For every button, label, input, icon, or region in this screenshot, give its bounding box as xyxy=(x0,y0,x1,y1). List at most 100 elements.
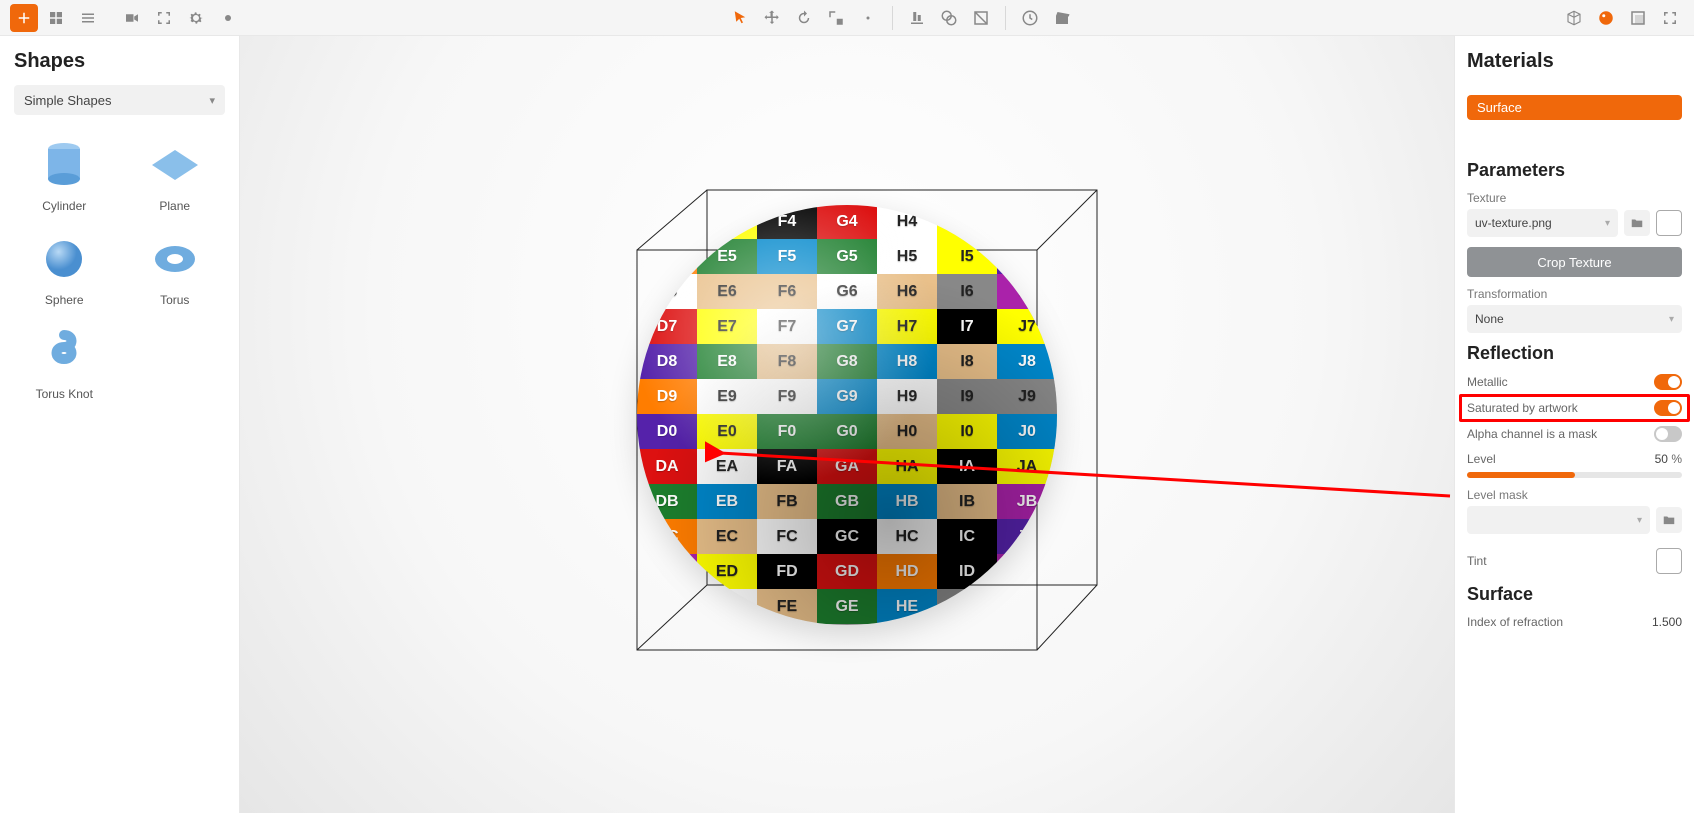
shape-cylinder[interactable]: Cylinder xyxy=(14,137,115,213)
uv-cell: HD xyxy=(877,554,937,589)
alpha-mask-label: Alpha channel is a mask xyxy=(1467,427,1597,441)
uv-cell: FD xyxy=(757,554,817,589)
viewport-3d[interactable]: D4E4F4G4H4I4J4D5E5F5G5H5I5J5D6E6F6G6H6I6… xyxy=(240,36,1454,813)
3dbox-icon[interactable] xyxy=(1560,4,1588,32)
select-tool-icon[interactable] xyxy=(726,4,754,32)
uv-cell: F5 xyxy=(757,239,817,274)
time-icon[interactable] xyxy=(1016,4,1044,32)
uv-cell: IC xyxy=(937,519,997,554)
transformation-select[interactable]: None xyxy=(1467,305,1682,333)
uv-cell: F7 xyxy=(757,309,817,344)
window-icon[interactable] xyxy=(1624,4,1652,32)
transformation-label: Transformation xyxy=(1467,287,1682,301)
layout-icon[interactable] xyxy=(42,4,70,32)
focus-icon[interactable] xyxy=(150,4,178,32)
saturated-label: Saturated by artwork xyxy=(1467,401,1578,415)
settings-icon[interactable] xyxy=(182,4,210,32)
saturated-toggle[interactable] xyxy=(1654,400,1682,416)
tint-label: Tint xyxy=(1467,554,1487,568)
uv-cell: H5 xyxy=(877,239,937,274)
texture-select[interactable]: uv-texture.png xyxy=(1467,209,1618,237)
shape-torus[interactable]: Torus xyxy=(125,231,226,307)
ior-value: 1.500 xyxy=(1652,615,1682,629)
ior-label: Index of refraction xyxy=(1467,615,1563,629)
uv-cell: I9 xyxy=(937,379,997,414)
uv-cell: HA xyxy=(877,449,937,484)
uv-cell: E9 xyxy=(697,379,757,414)
level-value: 50 xyxy=(1655,452,1668,466)
uv-cell: GE xyxy=(817,589,877,624)
uv-cell: E8 xyxy=(697,344,757,379)
uv-cell: E7 xyxy=(697,309,757,344)
add-icon[interactable] xyxy=(10,4,38,32)
plane-icon xyxy=(147,137,203,193)
uv-cell: H8 xyxy=(877,344,937,379)
uv-cell: EB xyxy=(697,484,757,519)
materials-title: Materials xyxy=(1467,50,1682,73)
uv-cell: H6 xyxy=(877,274,937,309)
uv-cell: E6 xyxy=(697,274,757,309)
material-icon[interactable] xyxy=(1592,4,1620,32)
clapperboard-icon[interactable] xyxy=(1048,4,1076,32)
uv-cell: I8 xyxy=(937,344,997,379)
rotate-tool-icon[interactable] xyxy=(790,4,818,32)
uv-cell: H0 xyxy=(877,414,937,449)
uv-cell: GA xyxy=(817,449,877,484)
camera-icon[interactable] xyxy=(118,4,146,32)
pathfinder-icon[interactable] xyxy=(935,4,963,32)
main-toolbar xyxy=(0,0,1694,36)
tint-color-swatch[interactable] xyxy=(1656,548,1682,574)
shape-sphere[interactable]: Sphere xyxy=(14,231,115,307)
alpha-mask-toggle[interactable] xyxy=(1654,426,1682,442)
uv-cell: I0 xyxy=(937,414,997,449)
uv-cell: E0 xyxy=(697,414,757,449)
uv-cell: FC xyxy=(757,519,817,554)
uv-cell: J0 xyxy=(997,414,1057,449)
shape-plane[interactable]: Plane xyxy=(125,137,226,213)
shapes-panel: Shapes Simple Shapes Cylinder Plane Sphe… xyxy=(0,36,240,813)
uv-cell: G5 xyxy=(817,239,877,274)
level-slider[interactable] xyxy=(1467,472,1682,478)
uv-cell: F9 xyxy=(757,379,817,414)
uv-cell: I6 xyxy=(937,274,997,309)
uv-cell: HC xyxy=(877,519,937,554)
brightness-icon[interactable] xyxy=(214,4,242,32)
menu-icon[interactable] xyxy=(74,4,102,32)
materials-panel: Materials Surface Parameters Texture uv-… xyxy=(1454,36,1694,813)
shape-torus-knot[interactable]: Torus Knot xyxy=(14,325,115,401)
texture-label: Texture xyxy=(1467,191,1682,205)
folder-icon[interactable] xyxy=(1624,210,1650,236)
surface-tab[interactable]: Surface xyxy=(1467,95,1682,120)
torus-icon xyxy=(147,231,203,287)
crop-texture-button[interactable]: Crop Texture xyxy=(1467,247,1682,277)
metallic-label: Metallic xyxy=(1467,375,1508,389)
uv-cell: G7 xyxy=(817,309,877,344)
uv-cell: EA xyxy=(697,449,757,484)
reflection-title: Reflection xyxy=(1467,343,1682,364)
uv-cell: F8 xyxy=(757,344,817,379)
uv-cell: F0 xyxy=(757,414,817,449)
uv-cell: GB xyxy=(817,484,877,519)
pivot-tool-icon[interactable] xyxy=(854,4,882,32)
shape-category-select[interactable]: Simple Shapes xyxy=(14,85,225,115)
uv-cell: IA xyxy=(937,449,997,484)
uv-cell: H7 xyxy=(877,309,937,344)
scale-tool-icon[interactable] xyxy=(822,4,850,32)
metallic-toggle[interactable] xyxy=(1654,374,1682,390)
uv-cell: EC xyxy=(697,519,757,554)
uv-cell: FA xyxy=(757,449,817,484)
fill-icon[interactable] xyxy=(967,4,995,32)
uv-cell: G0 xyxy=(817,414,877,449)
texture-color-swatch[interactable] xyxy=(1656,210,1682,236)
uv-cell: H9 xyxy=(877,379,937,414)
uv-cell: GD xyxy=(817,554,877,589)
move-tool-icon[interactable] xyxy=(758,4,786,32)
align-icon[interactable] xyxy=(903,4,931,32)
folder-icon-2[interactable] xyxy=(1656,507,1682,533)
level-mask-label: Level mask xyxy=(1467,488,1682,502)
sphere-icon xyxy=(36,231,92,287)
uv-sphere[interactable]: D4E4F4G4H4I4J4D5E5F5G5H5I5J5D6E6F6G6H6I6… xyxy=(637,205,1057,625)
surface-section-title: Surface xyxy=(1467,584,1682,605)
level-mask-select[interactable] xyxy=(1467,506,1650,534)
fullscreen-icon[interactable] xyxy=(1656,4,1684,32)
